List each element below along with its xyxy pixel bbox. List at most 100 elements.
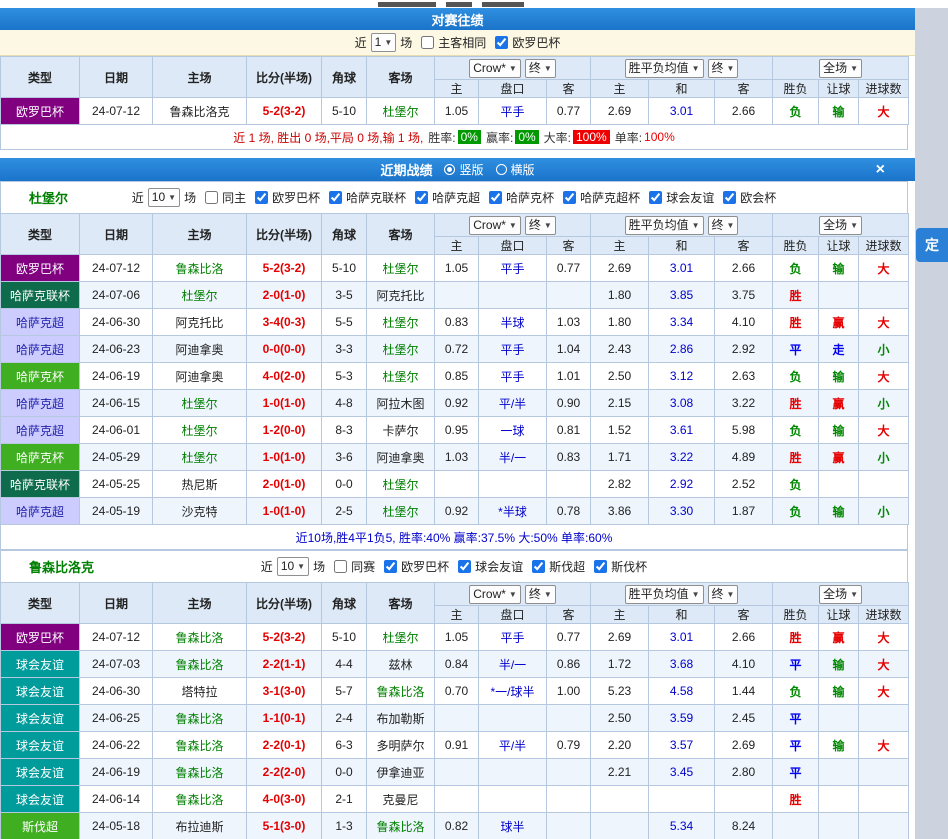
dropdown-value: 胜平负均值	[629, 587, 689, 601]
cell-eu-home: 2.50	[591, 705, 649, 732]
table-row: 欧罗巴杯24-07-12鲁森比洛5-2(3-2)5-10杜堡尔1.05平手0.7…	[1, 255, 909, 282]
cell-date: 24-07-12	[80, 624, 153, 651]
dropdown-value: Crow*	[473, 587, 506, 601]
cell-asia-away: 0.77	[547, 98, 591, 125]
cell-asia-away: 0.77	[547, 624, 591, 651]
league-filter-checkbox[interactable]	[594, 560, 607, 573]
cell-handicap: 半/一	[479, 444, 547, 471]
radio-horizontal-label: 横版	[511, 161, 535, 178]
cell-corner: 2-5	[322, 498, 367, 525]
match-count-select[interactable]: 10▼	[148, 188, 180, 207]
col-subheader: 客	[547, 80, 591, 98]
cell-asia-home: 1.03	[435, 444, 479, 471]
dropdown-value: 全场	[823, 587, 847, 601]
col-header: 类型	[1, 57, 80, 98]
cell-home: 杜堡尔	[153, 444, 247, 471]
league-filter-checkbox[interactable]	[458, 560, 471, 573]
summary-label: 赢率:	[486, 129, 513, 146]
cell-asia-home: 0.84	[435, 651, 479, 678]
cell-eu-away: 2.92	[715, 336, 773, 363]
europe-time-select[interactable]: 终▼	[708, 585, 739, 604]
close-icon[interactable]: ×	[876, 162, 885, 178]
cell-home: 鲁森比洛	[153, 624, 247, 651]
asia-time-select[interactable]: 终▼	[525, 585, 556, 604]
col-header: 角球	[322, 583, 367, 624]
asia-company-select[interactable]: Crow*▼	[469, 585, 521, 604]
table-row: 欧罗巴杯24-07-12鲁森比洛克5-2(3-2)5-10杜堡尔1.05平手0.…	[1, 98, 909, 125]
col-subheader: 进球数	[859, 606, 909, 624]
radio-vertical[interactable]	[444, 164, 455, 175]
team-filter-row: 杜堡尔近10▼场同主欧罗巴杯哈萨克联杯哈萨克超哈萨克杯哈萨克超杯球会友谊欧会杯	[0, 181, 908, 213]
league-filter-checkbox[interactable]	[205, 191, 218, 204]
cell-asia-away	[547, 282, 591, 309]
asia-company-select[interactable]: Crow*▼	[469, 216, 521, 235]
league-filter-checkbox[interactable]	[563, 191, 576, 204]
page-right-gutter	[915, 8, 948, 839]
cell-league: 哈萨克超	[1, 390, 80, 417]
league-filter-checkbox[interactable]	[495, 36, 508, 49]
cell-handicap-result: 赢	[819, 624, 859, 651]
table-row: 欧罗巴杯24-07-12鲁森比洛5-2(3-2)5-10杜堡尔1.05平手0.7…	[1, 624, 909, 651]
table-row: 哈萨克联杯24-05-25热尼斯2-0(1-0)0-0杜堡尔2.822.922.…	[1, 471, 909, 498]
table-row: 哈萨克杯24-06-19阿迪拿奥4-0(2-0)5-3杜堡尔0.85平手1.01…	[1, 363, 909, 390]
asia-time-select[interactable]: 终▼	[525, 59, 556, 78]
cell-score: 2-2(2-0)	[247, 759, 322, 786]
result-header: 全场▼	[773, 57, 909, 80]
table-row: 球会友谊24-07-03鲁森比洛2-2(1-1)4-4兹林0.84半/一0.86…	[1, 651, 909, 678]
cell-handicap: 球半	[479, 813, 547, 839]
cell-eu-draw: 3.59	[649, 705, 715, 732]
asia-time-select[interactable]: 终▼	[525, 216, 556, 235]
league-filter-checkbox[interactable]	[255, 191, 268, 204]
col-subheader: 盘口	[479, 80, 547, 98]
europe-time-select[interactable]: 终▼	[708, 59, 739, 78]
league-filter-checkbox[interactable]	[415, 191, 428, 204]
scope-select[interactable]: 全场▼	[819, 59, 862, 78]
checkbox-label: 球会友谊	[666, 189, 714, 206]
cell-away: 阿克托比	[367, 282, 435, 309]
cell-date: 24-06-15	[80, 390, 153, 417]
league-filter-checkbox[interactable]	[334, 560, 347, 573]
clipped-text-fragment	[446, 2, 472, 7]
cell-away: 多明萨尔	[367, 732, 435, 759]
near-label: 近	[355, 34, 367, 51]
col-header: 比分(半场)	[247, 583, 322, 624]
scope-select[interactable]: 全场▼	[819, 216, 862, 235]
cell-asia-home: 0.72	[435, 336, 479, 363]
league-filter-checkbox[interactable]	[723, 191, 736, 204]
cell-asia-home: 0.82	[435, 813, 479, 839]
league-filter-checkbox[interactable]	[329, 191, 342, 204]
chevron-down-icon: ▼	[509, 64, 517, 73]
league-filter-checkbox[interactable]	[489, 191, 502, 204]
cell-handicap	[479, 759, 547, 786]
europe-odds-select[interactable]: 胜平负均值▼	[625, 59, 704, 78]
cell-eu-home: 2.21	[591, 759, 649, 786]
cell-home: 塔特拉	[153, 678, 247, 705]
asia-company-select[interactable]: Crow*▼	[469, 59, 521, 78]
cell-eu-draw: 3.45	[649, 759, 715, 786]
league-filter-checkbox[interactable]	[421, 36, 434, 49]
cell-score: 2-0(1-0)	[247, 471, 322, 498]
results-table: 类型日期主场比分(半场)角球客场Crow*▼终▼胜平负均值▼终▼全场▼主盘口客主…	[0, 56, 909, 125]
league-filter-checkbox[interactable]	[384, 560, 397, 573]
europe-time-select[interactable]: 终▼	[708, 216, 739, 235]
side-tab-button[interactable]: 定	[916, 228, 948, 262]
match-count-select[interactable]: 1▼	[371, 33, 397, 52]
cell-corner: 0-0	[322, 759, 367, 786]
league-filter-checkbox[interactable]	[532, 560, 545, 573]
match-count-select[interactable]: 10▼	[277, 557, 309, 576]
col-subheader: 主	[591, 606, 649, 624]
cell-handicap-result: 输	[819, 98, 859, 125]
cell-score: 1-1(0-1)	[247, 705, 322, 732]
europe-odds-select[interactable]: 胜平负均值▼	[625, 216, 704, 235]
cell-handicap-result: 输	[819, 498, 859, 525]
league-filter-checkbox[interactable]	[649, 191, 662, 204]
cell-home: 鲁森比洛	[153, 255, 247, 282]
europe-odds-select[interactable]: 胜平负均值▼	[625, 585, 704, 604]
radio-horizontal[interactable]	[496, 164, 507, 175]
cell-asia-home	[435, 759, 479, 786]
checkbox-label: 哈萨克超	[432, 189, 480, 206]
scope-select[interactable]: 全场▼	[819, 585, 862, 604]
cell-league: 球会友谊	[1, 732, 80, 759]
cell-asia-home: 0.92	[435, 390, 479, 417]
col-header: 角球	[322, 214, 367, 255]
